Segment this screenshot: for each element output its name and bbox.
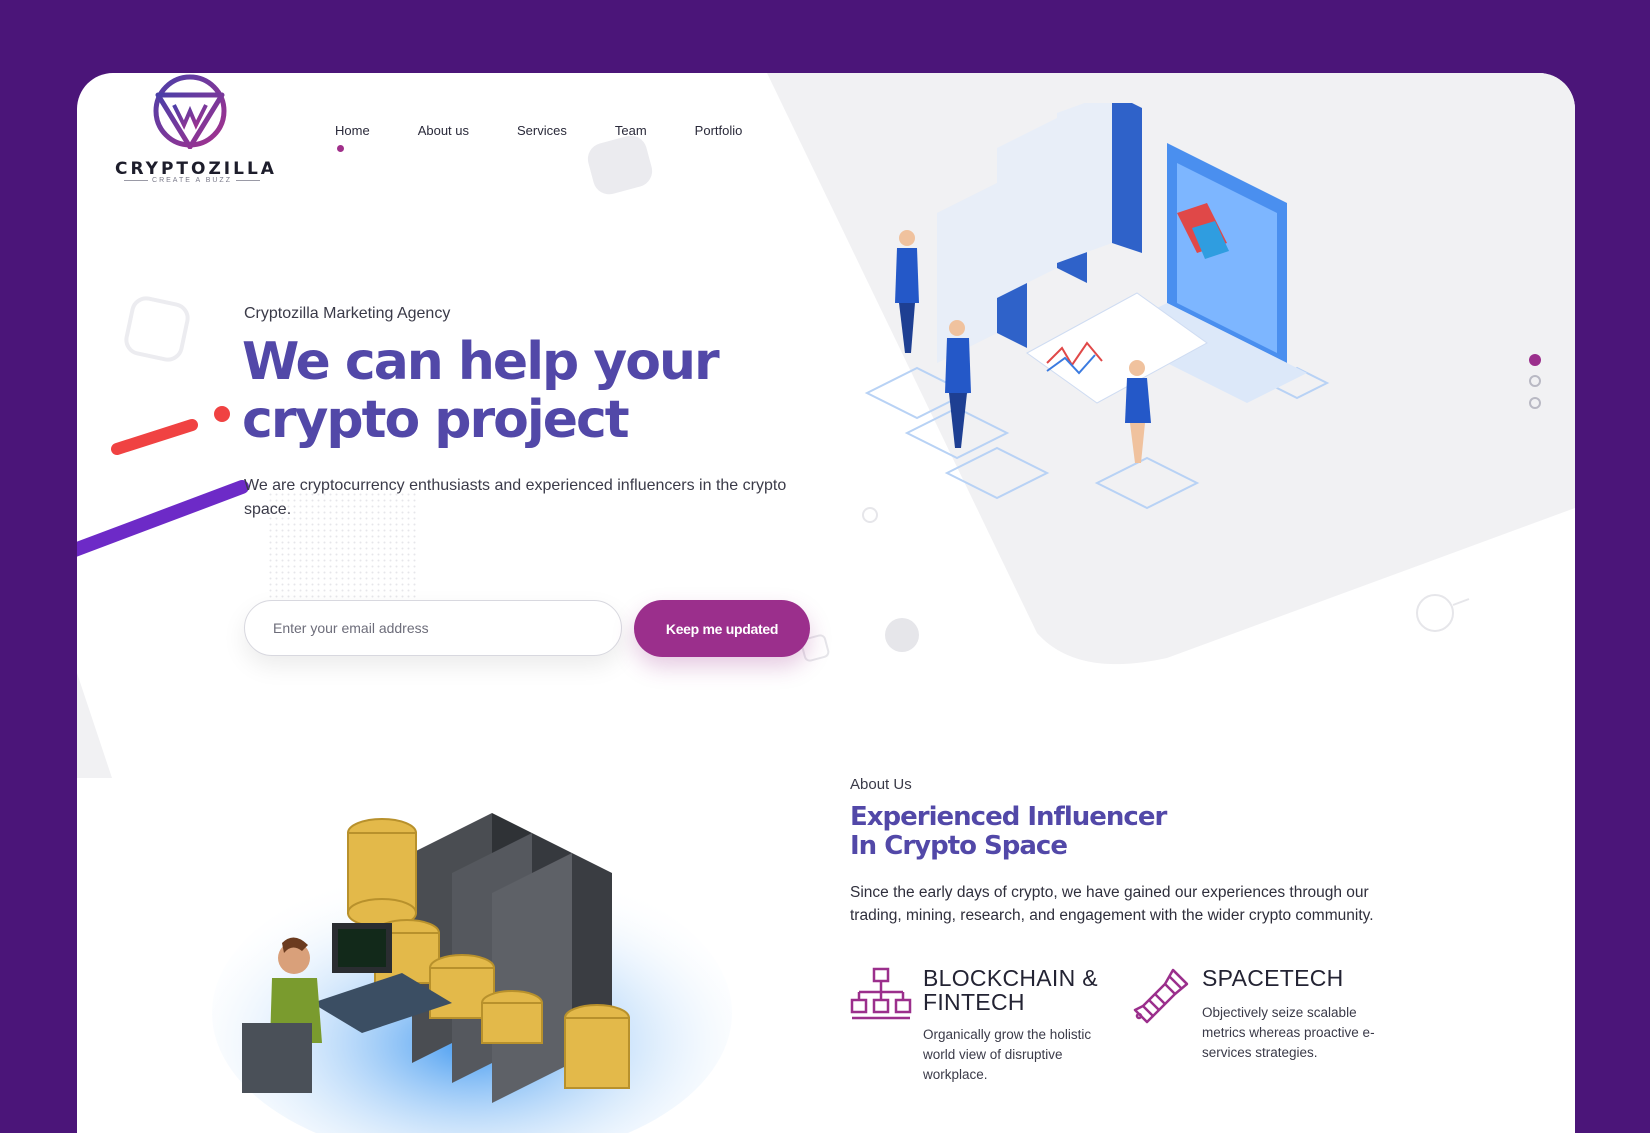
nav-item-label: Portfolio <box>694 123 743 138</box>
hero-eyebrow: Cryptozilla Marketing Agency <box>244 305 451 322</box>
nav-item-home[interactable]: Home <box>335 123 370 153</box>
about-description: Since the early days of crypto, we have … <box>850 884 1374 924</box>
nav-item-label: Services <box>517 123 567 138</box>
logo-emblem-icon <box>153 74 227 149</box>
logo[interactable]: CRYPTOZILLA CREATE A BUZZ <box>115 73 277 184</box>
keep-me-updated-button[interactable]: Keep me updated <box>634 600 810 657</box>
feature-title: SPACETECH <box>1202 966 1402 990</box>
slider-dot-1[interactable] <box>1529 354 1541 366</box>
nav-item-services[interactable]: Services <box>517 123 567 153</box>
nav-item-label: Team <box>614 123 647 138</box>
feature-spacetech: SPACETECH Objectively seize scalable met… <box>1129 966 1399 1096</box>
hero-title-line1: We can help your <box>242 332 720 392</box>
nav-item-label: About us <box>417 123 470 138</box>
main-nav: Home About us Services Team Portfolio <box>335 123 790 153</box>
about-eyebrow: About Us <box>850 776 912 793</box>
feature-title-line2: FINTECH <box>923 989 1025 1015</box>
feature-title: BLOCKCHAIN & FINTECH <box>923 966 1123 1014</box>
about-title-line2: In Crypto Space <box>850 831 1068 861</box>
hero-title-line2: crypto project <box>242 390 630 450</box>
about-title-line1: Experienced Influencer <box>850 802 1167 832</box>
about-title: Experienced Influencer In Crypto Space <box>850 803 1270 861</box>
hero-title: We can help your crypto project <box>242 333 802 449</box>
email-input[interactable] <box>244 600 622 656</box>
nav-item-portfolio[interactable]: Portfolio <box>695 123 743 153</box>
nav-item-label: Home <box>335 123 370 138</box>
feature-description: Objectively seize scalable metrics where… <box>1202 1005 1375 1060</box>
logo-tagline: CREATE A BUZZ <box>115 177 269 184</box>
slider-dot-2[interactable] <box>1529 375 1541 387</box>
logo-wordmark: CRYPTOZILLA <box>115 159 277 179</box>
slider-dot-3[interactable] <box>1529 397 1541 409</box>
hero-description: We are cryptocurrency enthusiasts and ex… <box>244 477 787 518</box>
network-hierarchy-icon <box>850 967 912 1020</box>
crypto-mining-illustration <box>212 813 732 1133</box>
feature-title-line1: BLOCKCHAIN & <box>923 965 1098 991</box>
nav-item-team[interactable]: Team <box>615 123 647 153</box>
active-indicator <box>337 145 344 152</box>
isometric-data-center-illustration <box>864 103 1330 510</box>
nav-item-about[interactable]: About us <box>418 123 469 153</box>
feature-blockchain-fintech: BLOCKCHAIN & FINTECH Organically grow th… <box>850 966 1120 1096</box>
page-frame: CRYPTOZILLA CREATE A BUZZ Home About us … <box>77 73 1575 1133</box>
feature-description: Organically grow the holistic world view… <box>923 1027 1092 1082</box>
satellite-icon <box>1133 968 1189 1024</box>
feature-title-line1: SPACETECH <box>1202 965 1344 991</box>
